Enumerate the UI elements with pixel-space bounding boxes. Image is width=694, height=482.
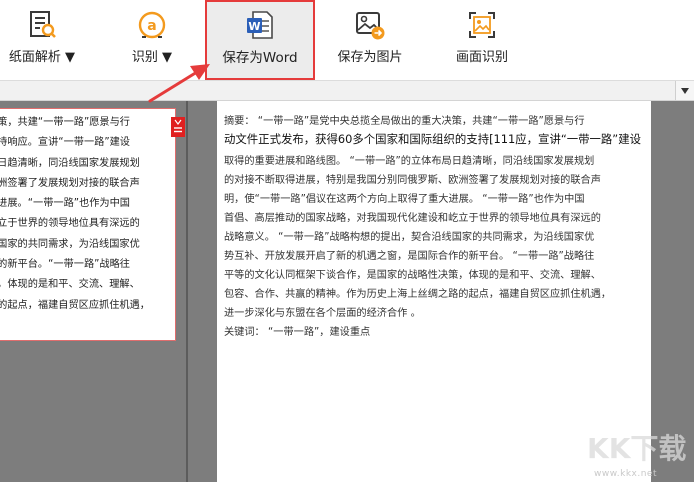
original-line: 大进展。“一带一路”也作为中国 xyxy=(0,198,130,210)
document-search-icon xyxy=(30,11,56,38)
original-line: 欧洲签署了发展规划对接的联合声 xyxy=(0,177,140,189)
recognized-line: 动文件正式发布，获得60多个国家和国际组织的支持[111应，宣讲“一带一路”建设 xyxy=(224,132,641,146)
screen-recognition-label: 画面识别 xyxy=(455,50,508,65)
pane-splitter[interactable] xyxy=(186,101,188,482)
original-line: 局日趋清晰，同沿线国家发展规划 xyxy=(0,157,140,169)
save-as-word-button[interactable]: W 保存为Word xyxy=(205,0,315,80)
recognized-line: 首倡、高层推动的国家战略，对我国现代化建设和屹立于世界的领导地位具有深远的 xyxy=(224,213,601,224)
recognized-line: 战略意义。 “一带一路”战略构想的提出，契合沿线国家的共同需求，为沿线国家优 xyxy=(224,232,595,243)
paper-analysis-button[interactable]: 纸面解析 ▼ xyxy=(0,0,84,80)
recognized-line: 取得的重要进展和路线图。 “一带一路”的立体布局日趋清晰，同沿线国家发展规划 xyxy=(224,156,595,167)
dropdown-toggle[interactable] xyxy=(675,81,694,100)
recognized-line: 的对接不断取得进展，特别是我国分别同俄罗斯、欧洲签署了发展规划对接的联合声 xyxy=(224,175,601,186)
recognized-line: 摘要： “一带一路”是党中央总揽全局做出的重大决策，共建“一带一路”愿景与行 xyxy=(224,116,585,127)
save-as-word-label: 保存为Word xyxy=(222,50,298,66)
recognized-page[interactable]: 摘要： “一带一路”是党中央总揽全局做出的重大决策，共建“一带一路”愿景与行 动… xyxy=(217,101,651,482)
recognized-line: 明，使“一带一路”倡议在这两个方向上取得了重大进展。 “一带一路”也作为中国 xyxy=(224,194,585,205)
watermark-url: www.kkx.net xyxy=(594,469,657,479)
save-as-image-button[interactable]: 保存为图片 xyxy=(330,0,410,80)
document-tab-bar xyxy=(0,81,694,101)
original-line: 路的起点，福建自贸区应抓住机遇， xyxy=(0,299,150,311)
recognized-line: 包容、合作、共赢的精神。作为历史上海上丝绸之路的起点，福建自贸区应抓住机遇， xyxy=(224,289,612,300)
screen-recognition-button[interactable]: 画面识别 xyxy=(442,0,522,80)
paper-analysis-label: 纸面解析 ▼ xyxy=(8,50,76,65)
original-line: 线国家的共同需求，为沿线国家优 xyxy=(0,238,140,250)
save-as-image-label: 保存为图片 xyxy=(337,50,403,65)
original-line: 策，体现的是和平、交流、理解、 xyxy=(0,279,140,291)
svg-text:KK下载: KK下载 xyxy=(587,432,686,464)
svg-text:a: a xyxy=(147,18,156,34)
image-export-icon xyxy=(356,12,385,40)
original-line: 决策，共建“一带一路”愿景与行 xyxy=(0,117,130,128)
toolbar: 纸面解析 ▼ a 识别 ▼ W 保存为Word 保存为图片 画面识别 xyxy=(0,0,694,81)
pdf-bookmark-icon[interactable] xyxy=(171,117,185,137)
caret-down-icon xyxy=(681,87,689,94)
keywords-line: 关键词： “一带一路”，建设重点 xyxy=(224,327,371,338)
word-document-icon: W xyxy=(247,11,273,39)
recognized-line: 进一步深化与东盟在各个层面的经济合作 。 xyxy=(224,308,421,319)
recognize-label: 识别 ▼ xyxy=(131,50,173,65)
original-line: 作的新平台。“一带一路”战略往 xyxy=(0,259,130,271)
recognize-button[interactable]: a 识别 ▼ xyxy=(110,0,194,80)
ocr-icon: a xyxy=(138,11,166,39)
original-page: 决策，共建“一带一路”愿景与行 支持响应。宣讲“一带一路”建设 局日趋清晰，同沿… xyxy=(0,108,176,341)
recognized-line: 势互补、开放发展开启了新的机遇之窗，是国际合作的新平台。 “一带一路”战略往 xyxy=(224,251,595,262)
svg-text:W: W xyxy=(248,20,260,33)
screen-recognition-icon xyxy=(469,12,495,38)
watermark-logo: KK下载 xyxy=(587,432,686,464)
recognized-line: 平等的文化认同框架下谈合作，是国家的战略性决策，体现的是和平、交流、理解、 xyxy=(224,270,601,281)
original-line: 屹立于世界的领导地位具有深远的 xyxy=(0,218,140,230)
original-line: 支持响应。宣讲“一带一路”建设 xyxy=(0,137,130,149)
